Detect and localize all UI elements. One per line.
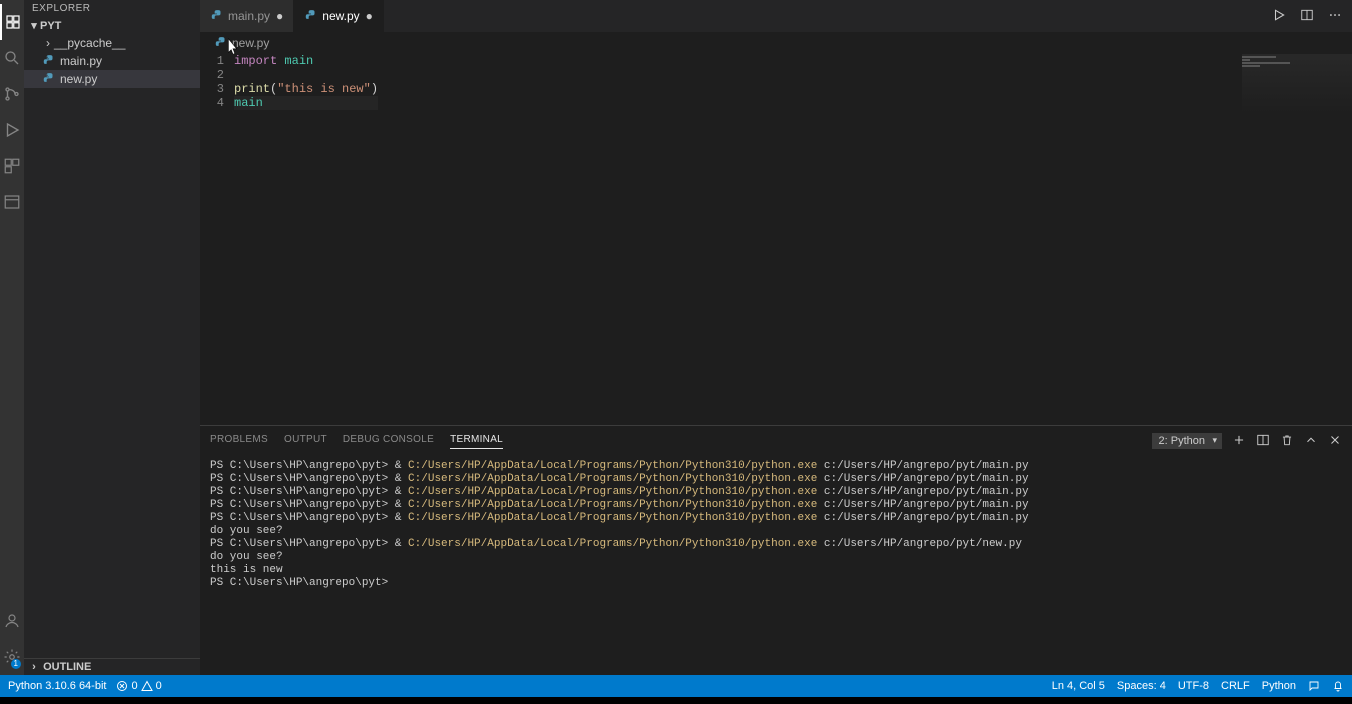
status-lang[interactable]: Python (1262, 680, 1296, 692)
file-tree: › __pycache__ main.py new.py (24, 34, 200, 658)
sidebar: EXPLORER ▾ PYT › __pycache__ main.py new… (24, 0, 200, 675)
terminal-selector[interactable]: 2: Python (1152, 433, 1222, 449)
python-file-icon (214, 36, 228, 50)
status-bell-icon[interactable] (1332, 680, 1344, 692)
status-python[interactable]: Python 3.10.6 64-bit (8, 680, 106, 692)
python-file-icon (42, 72, 56, 86)
close-panel-icon[interactable] (1328, 433, 1342, 450)
manage-icon[interactable]: 1 (0, 639, 24, 675)
dirty-dot-icon: ● (276, 9, 283, 23)
python-file-icon (42, 54, 56, 68)
explorer-icon[interactable] (0, 4, 24, 40)
run-debug-icon[interactable] (0, 112, 24, 148)
dirty-dot-icon: ● (366, 9, 373, 23)
panel-tab-debug-console[interactable]: DEBUG CONSOLE (343, 434, 434, 448)
panel-tab-problems[interactable]: PROBLEMS (210, 434, 268, 448)
status-feedback-icon[interactable] (1308, 680, 1320, 692)
extensions-icon[interactable] (0, 148, 24, 184)
sidebar-title: EXPLORER (24, 0, 200, 17)
layout-icon[interactable] (0, 184, 24, 220)
python-file-icon (210, 9, 224, 23)
tab-main[interactable]: main.py ● (200, 0, 294, 32)
split-editor-icon[interactable] (1300, 8, 1314, 25)
terminal[interactable]: PS C:\Users\HP\angrepo\pyt> & C:/Users/H… (200, 456, 1352, 675)
code-area[interactable]: import main print("this is new")main (234, 54, 378, 425)
outline-header[interactable]: › OUTLINE (24, 658, 200, 675)
new-terminal-icon[interactable] (1232, 433, 1246, 450)
python-file-icon (304, 9, 318, 23)
minimap[interactable] (1242, 54, 1352, 114)
project-header[interactable]: ▾ PYT (24, 17, 200, 34)
status-encoding[interactable]: UTF-8 (1178, 680, 1209, 692)
editor[interactable]: 1234 import main print("this is new")mai… (200, 54, 1352, 425)
chevron-right-icon: › (42, 36, 54, 50)
editor-tabs: main.py ● new.py ● (200, 0, 1352, 32)
tab-new[interactable]: new.py ● (294, 0, 384, 32)
chevron-right-icon: › (28, 661, 40, 673)
status-bar: Python 3.10.6 64-bit 0 0 Ln 4, Col 5 Spa… (0, 675, 1352, 697)
activity-bar: 1 (0, 0, 24, 675)
split-terminal-icon[interactable] (1256, 433, 1270, 450)
tree-file-new[interactable]: new.py (24, 70, 200, 88)
search-icon[interactable] (0, 40, 24, 76)
tree-folder-pycache[interactable]: › __pycache__ (24, 34, 200, 52)
panel-tabs: PROBLEMS OUTPUT DEBUG CONSOLE TERMINAL 2… (200, 426, 1352, 456)
status-spaces[interactable]: Spaces: 4 (1117, 680, 1166, 692)
panel: PROBLEMS OUTPUT DEBUG CONSOLE TERMINAL 2… (200, 425, 1352, 675)
line-gutter: 1234 (200, 54, 234, 425)
status-eol[interactable]: CRLF (1221, 680, 1250, 692)
tree-file-main[interactable]: main.py (24, 52, 200, 70)
accounts-icon[interactable] (0, 603, 24, 639)
os-taskbar (0, 697, 1352, 704)
panel-tab-terminal[interactable]: TERMINAL (450, 434, 503, 449)
breadcrumb[interactable]: new.py (200, 32, 1352, 54)
status-problems[interactable]: 0 0 (116, 680, 161, 692)
chevron-down-icon: ▾ (28, 19, 40, 32)
run-icon[interactable] (1272, 8, 1286, 25)
panel-tab-output[interactable]: OUTPUT (284, 434, 327, 448)
status-cursor[interactable]: Ln 4, Col 5 (1052, 680, 1105, 692)
kill-terminal-icon[interactable] (1280, 433, 1294, 450)
more-icon[interactable] (1328, 8, 1342, 25)
scm-icon[interactable] (0, 76, 24, 112)
maximize-panel-icon[interactable] (1304, 433, 1318, 450)
manage-badge: 1 (11, 659, 21, 669)
